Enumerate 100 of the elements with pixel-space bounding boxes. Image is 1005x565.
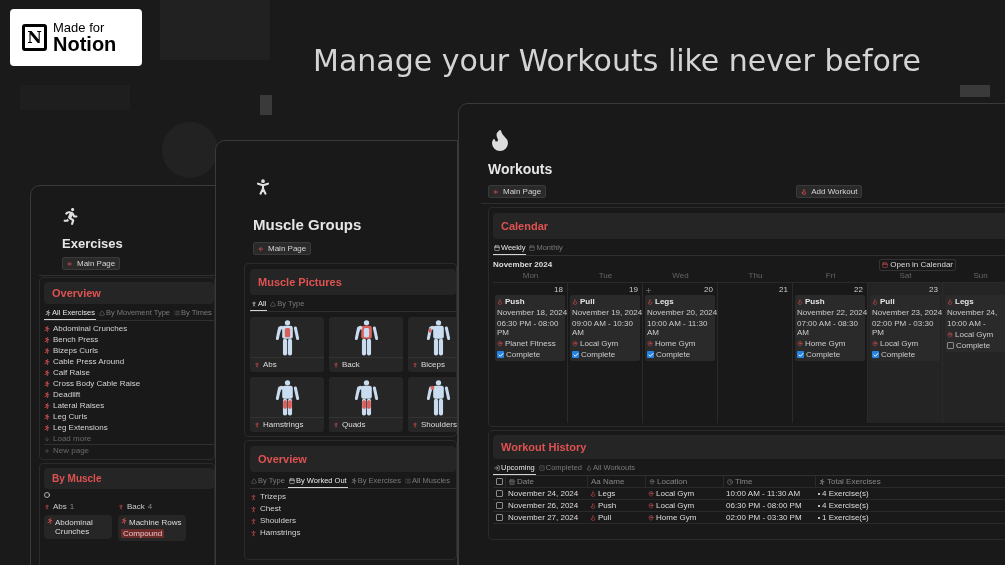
triangle-icon	[98, 309, 105, 316]
exercise-item[interactable]: Leg Curls	[44, 411, 214, 422]
column-header[interactable]: Aa Name	[587, 476, 645, 487]
calendar-icon	[509, 478, 515, 485]
main-page-button[interactable]: Main Page	[488, 185, 547, 198]
exercise-item[interactable]: Abdominal Crunches	[44, 323, 214, 334]
table-cell: Local Gym	[645, 499, 723, 512]
table-cell: Pull	[587, 511, 645, 524]
arrow-left-icon	[493, 188, 499, 195]
muscle-label: Hamstrings	[263, 419, 304, 431]
day-cell[interactable]: 22 Push November 22, 2024 07:00 AM - 08:30 AM Home Gym Complete	[793, 283, 868, 423]
muscle-item[interactable]: Chest	[250, 503, 456, 515]
runner-icon	[819, 478, 825, 485]
event-card[interactable]: Pull November 19, 2024 09:00 AM - 10:30 AM Local Gym Complete	[570, 295, 640, 361]
circle-icon	[44, 492, 50, 498]
open-in-calendar-button[interactable]: Open in Calendar	[879, 259, 956, 271]
day-cell[interactable]: 20 Legs November 20, 2024 10:00 AM - 11:30 AM Home Gym Complete	[643, 283, 718, 423]
column-header[interactable]: Total Exercises	[815, 476, 899, 487]
event-location: Home Gym	[805, 339, 846, 348]
exercise-item[interactable]: Bench Press	[44, 334, 214, 345]
exercise-item[interactable]: Deadlift	[44, 389, 214, 400]
triangle-icon	[270, 300, 277, 307]
muscle-card[interactable]: Biceps	[408, 317, 457, 372]
column-header[interactable]: Location	[645, 476, 723, 487]
exercise-item[interactable]: Lateral Raises	[44, 400, 214, 411]
checkbox[interactable]	[495, 502, 503, 509]
column-header[interactable]: Date	[505, 476, 587, 487]
add-icon[interactable]	[645, 286, 652, 294]
event-card[interactable]: Legs November 20, 2024 10:00 AM - 11:30 AM Home Gym Complete	[645, 295, 715, 361]
pin-icon	[872, 340, 878, 347]
checkbox[interactable]	[495, 514, 503, 521]
event-card[interactable]: Push November 18, 2024 06:30 PM - 08:00 PM Planet Fitness Complete	[495, 295, 565, 361]
pin-icon	[648, 502, 654, 509]
event-card[interactable]: Push November 22, 2024 07:00 AM - 08:30 AM Home Gym Complete	[795, 295, 865, 361]
runner-icon	[47, 518, 53, 524]
group-name: Abs	[53, 501, 67, 513]
event-time: 06:30 PM - 08:00 PM	[497, 319, 560, 337]
triangle-icon	[251, 477, 257, 484]
group-count: 4	[147, 501, 153, 513]
muscle-item[interactable]: Trizeps	[250, 491, 456, 503]
main-page-button[interactable]: Main Page	[62, 257, 121, 270]
calendar-icon	[494, 244, 500, 251]
event-time: 02:00 PM - 03:30 PM	[872, 319, 935, 337]
exercise-item[interactable]: Cross Body Cable Raise	[44, 378, 214, 389]
muscle-item[interactable]: Shoulders	[250, 515, 456, 527]
flame-icon	[797, 298, 803, 305]
event-time: 07:00 AM - 08:30 AM	[797, 319, 859, 337]
muscle-card[interactable]: Quads	[329, 377, 403, 432]
day-number: 21	[779, 284, 789, 296]
muscle-card[interactable]: Hamstrings	[250, 377, 324, 432]
table-cell-text: 02:00 PM - 03:30 PM	[725, 511, 803, 524]
runner-icon	[44, 391, 50, 398]
event-card[interactable]: Legs November 24, 10:00 AM - Local Gym Complete	[945, 295, 1005, 352]
day-number: 19	[629, 284, 639, 296]
day-cell[interactable]: Legs November 24, 10:00 AM - Local Gym Complete	[943, 283, 1005, 423]
column-header[interactable]: Time	[723, 476, 815, 487]
board-card[interactable]: Abdominal Crunches	[44, 515, 112, 539]
weekday-label: Thu	[747, 272, 764, 282]
muscle-card[interactable]: Shoulders	[408, 377, 457, 432]
day-cell[interactable]: 18 Push November 18, 2024 06:30 PM - 08:00 PM Planet Fitness Complete	[493, 283, 568, 423]
board-card[interactable]: Machine Rows Compound	[118, 515, 186, 541]
badge-caption: Made for	[53, 21, 106, 34]
exercise-item[interactable]: Calf Raise	[44, 367, 214, 378]
main-page-button[interactable]: Main Page	[253, 242, 312, 255]
pin-icon	[647, 340, 653, 347]
event-card[interactable]: Pull November 23, 2024 02:00 PM - 03:30 PM Local Gym Complete	[870, 295, 940, 361]
plus-icon	[44, 448, 50, 454]
checkbox[interactable]	[947, 342, 954, 349]
muscle-card[interactable]: Abs	[250, 317, 324, 372]
table-cell: Push	[587, 499, 645, 512]
table-cell-text: November 27, 2024	[507, 511, 580, 524]
complete-label: Complete	[581, 350, 616, 359]
muscle-label: Back	[342, 359, 360, 371]
person-icon	[251, 300, 257, 307]
event-location: Home Gym	[655, 339, 696, 348]
event-location: Local Gym	[880, 339, 919, 348]
exercise-item[interactable]: Cable Press Around	[44, 356, 214, 367]
checkbox[interactable]	[495, 478, 503, 485]
calendar-icon	[529, 244, 536, 251]
person-icon	[44, 504, 50, 510]
checkbox[interactable]	[495, 490, 503, 497]
person-icon	[254, 362, 260, 368]
section-header: Workout History	[493, 435, 1005, 459]
table-cell: Legs	[587, 487, 645, 500]
event-name: Legs	[955, 297, 974, 306]
add-workout-button[interactable]: Add Workout	[796, 185, 863, 198]
day-cell[interactable]: 19 Pull November 19, 2024 09:00 AM - 10:30 AM Local Gym Complete	[568, 283, 643, 423]
muscle-card[interactable]: Back	[329, 317, 403, 372]
person-icon	[333, 362, 339, 368]
weekday-label: Mon	[521, 272, 540, 282]
day-cell[interactable]: 23 Pull November 23, 2024 02:00 PM - 03:30 PM Local Gym Complete	[868, 283, 943, 423]
event-time: 09:00 AM - 10:30 AM	[572, 319, 634, 337]
section-header: By Muscle	[44, 468, 214, 489]
pin-icon	[648, 490, 654, 497]
event-date: November 24,	[947, 308, 999, 317]
muscle-item[interactable]: Hamstrings	[250, 527, 456, 539]
person-icon	[333, 422, 339, 428]
exercise-item[interactable]: Bizeps Curls	[44, 345, 214, 356]
exercise-item[interactable]: Leg Extensions	[44, 422, 214, 433]
tag: Compound	[121, 529, 165, 538]
